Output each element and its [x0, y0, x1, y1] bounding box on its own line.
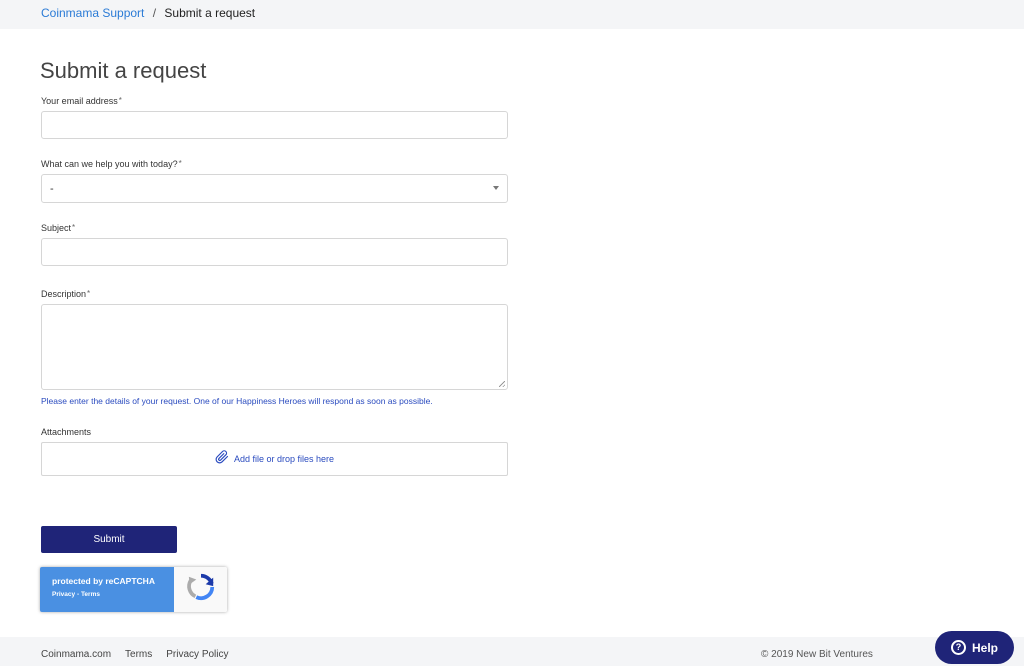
description-hint: Please enter the details of your request…	[41, 396, 433, 406]
help-label: Help	[971, 640, 998, 655]
subject-label: Subject*	[41, 223, 75, 233]
topic-label-text: What can we help you with today?	[41, 159, 178, 169]
footer-link-privacy-policy[interactable]: Privacy Policy	[166, 649, 228, 660]
top-bar: Coinmama Support / Submit a request	[0, 0, 1024, 29]
recaptcha-links-separator: -	[76, 591, 80, 598]
email-input[interactable]	[41, 111, 508, 139]
subject-required-mark: *	[72, 223, 76, 232]
breadcrumb-separator: /	[152, 6, 157, 20]
breadcrumb-home-link[interactable]: Coinmama Support	[41, 6, 144, 20]
recaptcha-badge: protected by reCAPTCHA Privacy - Terms	[40, 567, 227, 612]
breadcrumb: Coinmama Support / Submit a request	[41, 6, 255, 20]
recaptcha-info: protected by reCAPTCHA Privacy - Terms	[40, 567, 174, 612]
description-textarea[interactable]	[41, 304, 508, 390]
topic-select[interactable]: -	[41, 174, 508, 203]
attachments-label: Attachments	[41, 427, 92, 437]
recaptcha-terms-link[interactable]: Terms	[81, 591, 100, 598]
subject-input[interactable]	[41, 238, 508, 266]
question-circle-icon: ?	[950, 640, 966, 655]
topic-required-mark: *	[178, 159, 182, 168]
recaptcha-privacy-link[interactable]: Privacy	[52, 591, 75, 598]
footer-link-coinmama[interactable]: Coinmama.com	[41, 649, 111, 660]
footer-links: Coinmama.com Terms Privacy Policy	[41, 649, 229, 660]
email-label-text: Your email address	[41, 96, 118, 106]
email-required-mark: *	[118, 96, 122, 105]
help-widget-button[interactable]: ? Help	[935, 631, 1014, 664]
dropzone-text: Add file or drop files here	[233, 454, 335, 464]
recaptcha-logo-icon	[186, 572, 216, 607]
email-label: Your email address*	[41, 96, 122, 106]
submit-button[interactable]: Submit	[41, 526, 177, 553]
attachments-dropzone[interactable]: Add file or drop files here	[41, 442, 508, 476]
subject-label-text: Subject	[41, 223, 72, 233]
footer: Coinmama.com Terms Privacy Policy © 2019…	[0, 637, 1024, 666]
recaptcha-links: Privacy - Terms	[52, 591, 174, 598]
footer-link-terms[interactable]: Terms	[125, 649, 152, 660]
dropdown-caret-icon	[493, 186, 499, 190]
recaptcha-logo	[174, 567, 227, 612]
page-title: Submit a request	[40, 58, 207, 83]
recaptcha-title: protected by reCAPTCHA	[52, 576, 155, 586]
description-required-mark: *	[87, 289, 91, 298]
resize-handle[interactable]	[499, 381, 506, 388]
breadcrumb-current: Submit a request	[164, 6, 256, 20]
resize-grip-icon	[499, 381, 505, 387]
copyright-text: © 2019 New Bit Ventures	[761, 649, 873, 660]
description-label: Description*	[41, 289, 90, 299]
topic-selected-value: -	[50, 182, 54, 195]
paperclip-icon	[215, 449, 229, 469]
topic-label: What can we help you with today?*	[41, 159, 182, 169]
dropzone-content: Add file or drop files here	[215, 449, 335, 469]
description-label-text: Description	[41, 289, 87, 299]
